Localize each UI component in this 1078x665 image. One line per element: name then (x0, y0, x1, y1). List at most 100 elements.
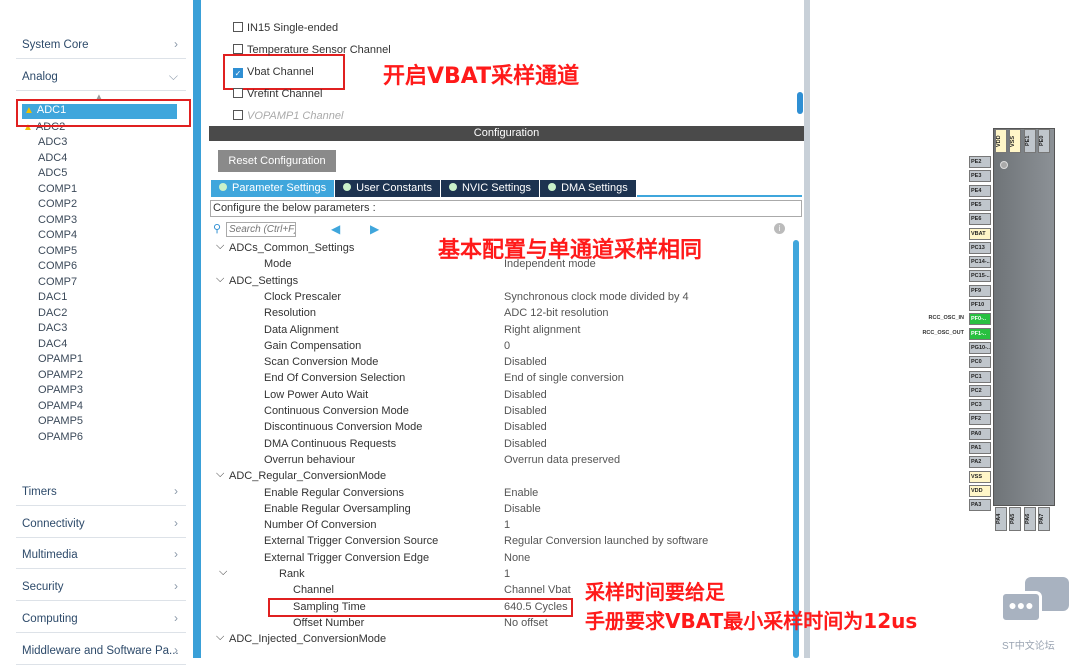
parameter-row[interactable]: Scan Conversion Mode Disabled (213, 356, 793, 372)
tab-user-constants[interactable]: User Constants (335, 180, 441, 197)
parameter-row[interactable]: Continuous Conversion Mode Disabled (213, 405, 793, 421)
channel-checkbox-0[interactable]: IN15 Single-ended (233, 22, 338, 34)
pin-pg10[interactable]: PG10-.. (969, 341, 991, 354)
pin-pc1[interactable]: PC1 (969, 370, 991, 383)
parameter-row[interactable]: Low Power Auto Wait Disabled (213, 389, 793, 405)
pin-pe4[interactable]: PE4 (969, 184, 991, 197)
sidebar-item-comp4[interactable]: COMP4 (38, 229, 77, 241)
checkbox-icon[interactable] (233, 44, 243, 54)
checkbox-checked-icon[interactable]: ✓ (233, 68, 243, 78)
pin-pa0[interactable]: PA0 (969, 427, 991, 440)
channel-checkbox-4[interactable]: VOPAMP1 Channel (233, 110, 343, 122)
checkbox-icon[interactable] (233, 110, 243, 120)
channel-checkbox-2[interactable]: ✓ Vbat Channel (233, 66, 314, 78)
search-prev-icon[interactable]: ◀︎ (331, 222, 340, 236)
pin-pa2[interactable]: PA2 (969, 456, 991, 469)
pin-top-vdd[interactable]: VDD (995, 129, 1007, 153)
tab-dma-settings[interactable]: DMA Settings (540, 180, 637, 197)
parameter-row[interactable]: End Of Conversion Selection End of single… (213, 372, 793, 388)
parameter-row[interactable]: Overrun behaviour Overrun data preserved (213, 454, 793, 470)
pin-pc14[interactable]: PC14-.. (969, 256, 991, 269)
channel-checkbox-1[interactable]: Temperature Sensor Channel (233, 44, 391, 56)
sidebar-category-security[interactable]: Security › (16, 575, 186, 602)
sidebar-item-opamp1[interactable]: OPAMP1 (38, 353, 83, 365)
expand-chevron-icon[interactable]: ⌵ (216, 240, 224, 253)
pin-pc3[interactable]: PC3 (969, 399, 991, 412)
tab-nvic-settings[interactable]: NVIC Settings (440, 180, 541, 197)
search-next-icon[interactable]: ▶︎ (370, 222, 379, 236)
sidebar-item-opamp6[interactable]: OPAMP6 (38, 431, 83, 443)
pin-pe6[interactable]: PE6 (969, 213, 991, 226)
pin-vdd[interactable]: VDD (969, 484, 991, 497)
pin-bottom-pa4[interactable]: PA4 (995, 507, 1007, 531)
parameter-row[interactable]: Offset Number No offset (213, 617, 793, 633)
parameter-row[interactable]: Mode Independent mode (213, 258, 793, 274)
pin-pf10[interactable]: PF10 (969, 299, 991, 311)
reset-configuration-button[interactable]: Reset Configuration (218, 150, 336, 172)
tree-group[interactable]: ⌵ ADC_Settings (213, 273, 793, 291)
sidebar-category-connectivity[interactable]: Connectivity › (16, 512, 186, 538)
tree-group[interactable]: ⌵ ADC_Injected_ConversionMode (213, 631, 793, 649)
parameter-row[interactable]: Discontinuous Conversion Mode Disabled (213, 421, 793, 437)
pin-pf0[interactable]: PF0-.. (969, 313, 991, 326)
sidebar-item-adc4[interactable]: ADC4 (38, 152, 67, 164)
pin-top-vss[interactable]: VSS (1009, 129, 1022, 153)
tab-parameter-settings[interactable]: Parameter Settings (211, 180, 336, 197)
parameter-row[interactable]: Enable Regular Oversampling Disable (213, 503, 793, 519)
info-icon[interactable]: i (774, 223, 785, 234)
sidebar-item-comp5[interactable]: COMP5 (38, 245, 77, 257)
sidebar-category-1[interactable]: Analog ⌵ (16, 65, 186, 91)
sidebar-item-opamp2[interactable]: OPAMP2 (38, 369, 83, 381)
sidebar-item-adc3[interactable]: ADC3 (38, 136, 67, 148)
parameter-row[interactable]: Gain Compensation 0 (213, 340, 793, 356)
parameter-row[interactable]: Resolution ADC 12-bit resolution (213, 307, 793, 323)
pin-pf1[interactable]: PF1-.. (969, 327, 991, 340)
tree-group[interactable]: ⌵ ADCs_Common_Settings (213, 240, 793, 258)
sidebar-category-computing[interactable]: Computing › (16, 607, 186, 633)
sidebar-category-timers[interactable]: Timers › (16, 480, 186, 506)
tree-group[interactable]: ⌵ Rank 1 (213, 566, 793, 584)
sidebar-item-opamp4[interactable]: OPAMP4 (38, 400, 83, 412)
parameters-scrollbar[interactable] (793, 240, 799, 658)
parameter-row[interactable]: Sampling Time 640.5 Cycles (213, 601, 793, 617)
sidebar-item-dac1[interactable]: DAC1 (38, 291, 67, 303)
expand-chevron-icon[interactable]: ⌵ (216, 273, 224, 286)
parameter-row[interactable]: DMA Continuous Requests Disabled (213, 438, 793, 454)
parameter-row[interactable]: Clock Prescaler Synchronous clock mode di… (213, 291, 793, 307)
sidebar-item-comp1[interactable]: COMP1 (38, 183, 77, 195)
expand-chevron-icon[interactable]: ⌵ (216, 468, 224, 481)
channel-list-scrollbar[interactable] (797, 92, 803, 114)
pin-pa1[interactable]: PA1 (969, 442, 991, 454)
checkbox-icon[interactable] (233, 22, 243, 32)
pin-bottom-pa7[interactable]: PA7 (1037, 507, 1050, 531)
sidebar-item-comp3[interactable]: COMP3 (38, 214, 77, 226)
pin-pf2[interactable]: PF2 (969, 413, 991, 426)
pin-pc15[interactable]: PC15-.. (969, 270, 991, 283)
expand-chevron-icon[interactable]: ⌵ (216, 631, 224, 644)
parameter-row[interactable]: Data Alignment Right alignment (213, 324, 793, 340)
parameter-row[interactable]: External Trigger Conversion Edge None (213, 552, 793, 568)
expand-chevron-icon[interactable]: ⌵ (219, 566, 227, 579)
pin-pc0[interactable]: PC0 (969, 356, 991, 369)
pin-bottom-pa5[interactable]: PA5 (1009, 507, 1022, 531)
sidebar-category-multimedia[interactable]: Multimedia › (16, 543, 186, 570)
sidebar-item-dac2[interactable]: DAC2 (38, 307, 67, 319)
pin-pf9[interactable]: PF9 (969, 284, 991, 297)
parameter-row[interactable]: Number Of Conversion 1 (213, 519, 793, 535)
pin-vbat[interactable]: VBAT (969, 227, 991, 240)
sidebar-category-middleware[interactable]: Middleware and Software Pa... › (16, 639, 186, 665)
sidebar-item-adc5[interactable]: ADC5 (38, 167, 67, 179)
pin-pe5[interactable]: PE5 (969, 198, 991, 211)
pin-pc13[interactable]: PC13 (969, 241, 991, 254)
sidebar-item-dac4[interactable]: DAC4 (38, 338, 67, 350)
parameter-row[interactable]: Enable Regular Conversions Enable (213, 487, 793, 503)
sidebar-splitter[interactable] (193, 0, 201, 658)
sidebar-item-comp2[interactable]: COMP2 (38, 198, 77, 210)
pin-top-pe0[interactable]: PE0 (1037, 129, 1050, 153)
search-input[interactable] (226, 222, 296, 237)
parameter-row[interactable]: External Trigger Conversion Source Regula… (213, 535, 793, 551)
parameter-row[interactable]: Channel Channel Vbat (213, 584, 793, 600)
pin-pa3[interactable]: PA3 (969, 499, 991, 512)
sidebar-item-comp7[interactable]: COMP7 (38, 276, 77, 288)
checkbox-icon[interactable] (233, 88, 243, 98)
